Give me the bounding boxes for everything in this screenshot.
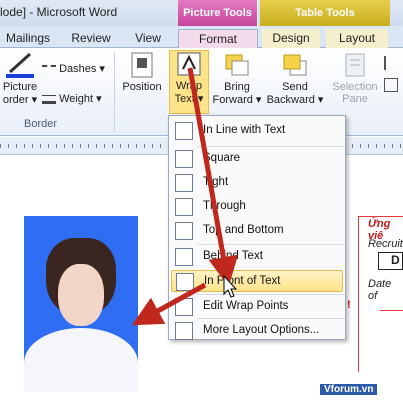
photo-face xyxy=(58,264,104,326)
selection-pane-label: Selection Pane xyxy=(332,81,378,105)
behind-text-icon xyxy=(175,248,193,266)
wrap-text-icon xyxy=(175,51,203,77)
top-bottom-wrap-icon xyxy=(175,222,193,240)
tab-design[interactable]: Design xyxy=(262,29,320,48)
menu-item-label: Tight xyxy=(203,176,229,188)
position-label: Position xyxy=(122,81,162,93)
menu-item-more-layout-options[interactable]: More Layout Options... xyxy=(171,320,343,342)
tab-layout[interactable]: Layout xyxy=(326,29,388,48)
tab-mailings[interactable]: Mailings xyxy=(2,29,54,48)
menu-item-behind-text[interactable]: Behind Text xyxy=(171,246,343,268)
square-wrap-icon xyxy=(175,150,193,168)
portrait-photo[interactable] xyxy=(24,216,138,392)
position-icon xyxy=(128,52,156,78)
picture-tools-label: Picture Tools xyxy=(178,0,258,26)
inline-wrap-icon xyxy=(175,122,193,140)
send-backward-button[interactable]: Send Backward ▾ xyxy=(266,52,324,106)
menu-item-label: More Layout Options... xyxy=(203,324,320,336)
menu-item-label: In Front of Text xyxy=(204,275,281,287)
form-recruit-label: Recruiti xyxy=(368,238,403,250)
dashes-icon xyxy=(42,64,56,74)
in-front-text-icon xyxy=(176,273,194,291)
group-separator xyxy=(114,52,115,132)
tab-review[interactable]: Review xyxy=(70,29,112,48)
wrap-text-menu: In Line with Text Square Tight Through T… xyxy=(168,115,346,340)
tab-format[interactable]: Format xyxy=(178,29,258,48)
align-icon xyxy=(384,56,398,70)
ribbon-tabs: Mailings Review View Format Design Layou… xyxy=(0,26,403,48)
menu-item-square[interactable]: Square xyxy=(171,148,343,170)
edit-wrap-points-icon xyxy=(175,298,193,316)
menu-separator xyxy=(197,146,345,147)
menu-item-through[interactable]: Through xyxy=(171,196,343,218)
align-button[interactable] xyxy=(384,56,402,92)
form-divider xyxy=(380,310,403,311)
table-tools-label: Table Tools xyxy=(260,0,390,26)
photo-shirt xyxy=(24,328,138,392)
menu-item-label: Through xyxy=(203,200,246,212)
wrap-text-button[interactable]: Wrap Text ▾ xyxy=(169,50,209,114)
border-group-label: Border xyxy=(24,118,58,130)
dashes-label: Dashes ▾ xyxy=(59,63,105,75)
menu-separator xyxy=(197,294,345,295)
tight-wrap-icon xyxy=(175,174,193,192)
menu-item-edit-wrap-points[interactable]: Edit Wrap Points xyxy=(171,296,343,318)
bring-forward-icon xyxy=(223,52,251,78)
weight-label: Weight ▾ xyxy=(59,93,102,105)
menu-item-tight[interactable]: Tight xyxy=(171,172,343,194)
form-date-label: Date of xyxy=(368,278,392,302)
menu-item-label: In Line with Text xyxy=(203,124,286,136)
picture-border-label: Picture order ▾ xyxy=(2,81,38,106)
menu-item-label: Edit Wrap Points xyxy=(203,300,289,312)
menu-item-in-front-of-text[interactable]: In Front of Text xyxy=(171,270,343,292)
weight-button[interactable]: Weight ▾ xyxy=(42,92,112,105)
menu-item-label: Square xyxy=(203,152,241,164)
position-button[interactable]: Position xyxy=(118,52,166,93)
pencil-icon xyxy=(6,52,34,78)
form-code-box: D xyxy=(378,252,403,270)
group-icon xyxy=(384,78,398,92)
dashes-button[interactable]: Dashes ▾ xyxy=(42,62,112,75)
menu-separator xyxy=(197,244,345,245)
watermark-logo: Vforum.vn xyxy=(320,384,378,395)
menu-item-top-and-bottom[interactable]: Top and Bottom xyxy=(171,220,343,242)
send-backward-icon xyxy=(281,52,309,78)
tab-view[interactable]: View xyxy=(130,29,166,48)
wrap-text-label: Wrap Text ▾ xyxy=(174,80,204,105)
selection-pane-icon xyxy=(341,52,369,78)
bring-forward-button[interactable]: Bring Forward ▾ xyxy=(212,52,262,106)
weight-icon xyxy=(42,94,56,104)
send-backward-label: Send Backward ▾ xyxy=(266,81,324,106)
menu-separator xyxy=(197,318,345,319)
window-title: lode] - Microsoft Word xyxy=(0,5,118,19)
menu-item-label: Behind Text xyxy=(203,250,263,262)
bring-forward-label: Bring Forward ▾ xyxy=(212,81,262,106)
layout-options-icon xyxy=(175,322,193,340)
menu-item-label: Top and Bottom xyxy=(203,224,284,236)
picture-border-button[interactable]: Picture order ▾ xyxy=(0,52,40,106)
form-exclamation: ! xyxy=(347,299,351,311)
through-wrap-icon xyxy=(175,198,193,216)
menu-item-in-line-with-text[interactable]: In Line with Text xyxy=(171,120,343,142)
selection-pane-button[interactable]: Selection Pane xyxy=(328,52,382,105)
